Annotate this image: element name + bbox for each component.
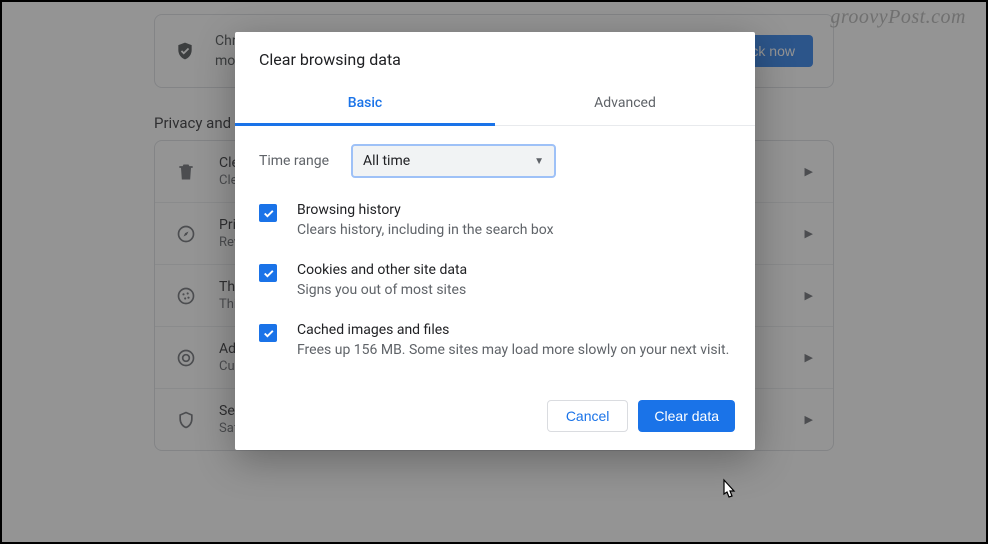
option-cookies[interactable]: Cookies and other site data Signs you ou… xyxy=(259,258,731,318)
checkbox-cache[interactable] xyxy=(259,324,277,342)
option-sub: Signs you out of most sites xyxy=(297,281,467,300)
dialog-body: Time range All time ▼ Browsing history C… xyxy=(235,126,755,386)
option-sub: Clears history, including in the search … xyxy=(297,221,554,240)
time-range-value: All time xyxy=(363,153,410,169)
option-cache[interactable]: Cached images and files Frees up 156 MB.… xyxy=(259,318,731,378)
watermark: groovyPost.com xyxy=(830,6,966,29)
option-title: Cached images and files xyxy=(297,322,729,338)
clear-browsing-data-dialog: Clear browsing data Basic Advanced Time … xyxy=(235,32,755,450)
option-browsing-history[interactable]: Browsing history Clears history, includi… xyxy=(259,198,731,258)
tab-advanced[interactable]: Advanced xyxy=(495,83,755,125)
option-title: Cookies and other site data xyxy=(297,262,467,278)
option-sub: Frees up 156 MB. Some sites may load mor… xyxy=(297,341,729,360)
dialog-tabs: Basic Advanced xyxy=(235,83,755,126)
time-range-row: Time range All time ▼ xyxy=(259,144,731,178)
cancel-button[interactable]: Cancel xyxy=(547,400,629,432)
tab-basic[interactable]: Basic xyxy=(235,83,495,125)
dialog-title: Clear browsing data xyxy=(235,32,755,83)
option-title: Browsing history xyxy=(297,202,554,218)
time-range-select[interactable]: All time ▼ xyxy=(351,144,556,178)
clear-data-button[interactable]: Clear data xyxy=(638,400,735,432)
checkbox-cookies[interactable] xyxy=(259,264,277,282)
time-range-label: Time range xyxy=(259,153,329,169)
checkbox-browsing-history[interactable] xyxy=(259,204,277,222)
caret-down-icon: ▼ xyxy=(534,156,544,167)
dialog-actions: Cancel Clear data xyxy=(235,386,755,450)
